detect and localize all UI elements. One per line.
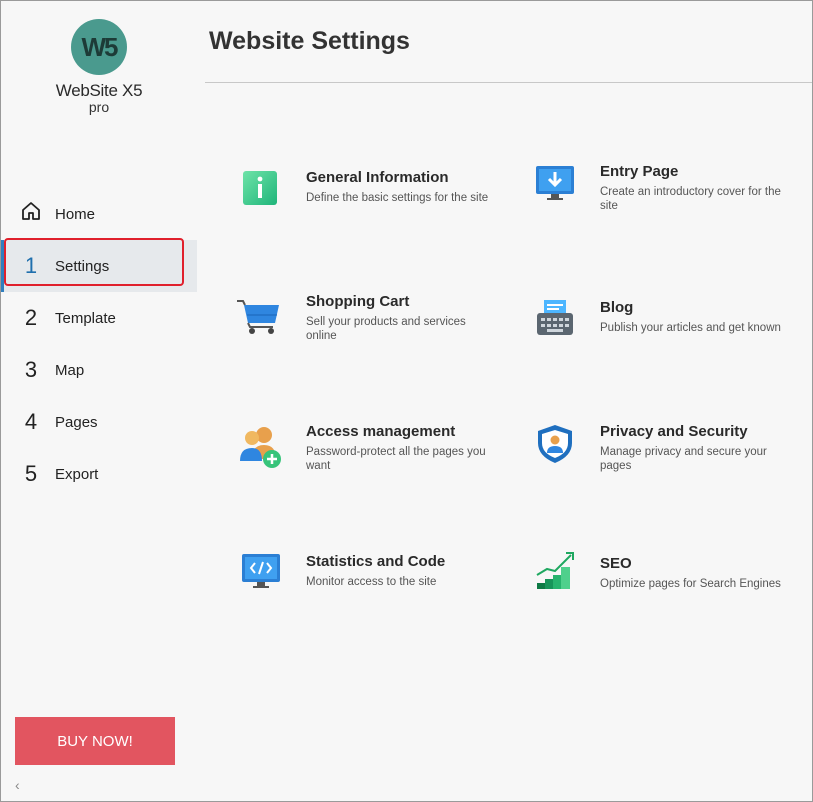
card-title: SEO — [600, 555, 632, 572]
access-users-icon — [238, 423, 284, 469]
card-description: Monitor access to the site — [306, 576, 437, 588]
card-title: Blog — [600, 299, 634, 316]
page-title: Website Settings — [209, 27, 410, 55]
seo-chart-icon — [535, 549, 575, 589]
sidebar-nav: Home 1 Settings 2 Template 3 Map 4 Pages… — [1, 188, 197, 500]
sidebar-item-settings[interactable]: 1 Settings — [1, 240, 197, 292]
sidebar-item-map[interactable]: 3 Map — [1, 344, 197, 396]
logo-mark: W5 — [71, 19, 127, 75]
card-description: Manage privacy and secure your pages — [600, 446, 767, 472]
main-panel: Website Settings General Information Def… — [205, 1, 812, 800]
sidebar-item-number: 3 — [24, 357, 38, 382]
sidebar-item-label: Map — [55, 361, 85, 379]
card-description: Password-protect all the pages you want — [306, 446, 486, 472]
sidebar-item-number: 4 — [24, 409, 38, 434]
sidebar-item-label: Export — [55, 465, 99, 483]
card-title: Shopping Cart — [306, 293, 410, 310]
sidebar-item-number: 5 — [24, 461, 38, 486]
title-divider — [205, 82, 812, 83]
card-title: General Information — [306, 169, 449, 186]
sidebar-item-number: 2 — [24, 305, 38, 330]
sidebar-item-pages[interactable]: 4 Pages — [1, 396, 197, 448]
sidebar-item-export[interactable]: 5 Export — [1, 448, 197, 500]
card-title: Entry Page — [600, 163, 679, 180]
card-description: Sell your products and services online — [306, 316, 466, 342]
card-title: Access management — [306, 423, 456, 440]
sidebar-item-label: Settings — [55, 257, 110, 275]
sidebar-item-number: 1 — [24, 253, 38, 278]
sidebar-item-label: Template — [55, 309, 116, 327]
code-monitor-icon — [241, 553, 281, 593]
logo-name: WebSite X5 — [55, 81, 143, 100]
buy-now-button[interactable]: BUY NOW! — [15, 717, 175, 765]
card-title: Privacy and Security — [600, 423, 748, 440]
card-description: Optimize pages for Search Engines — [600, 578, 781, 590]
home-icon — [18, 200, 44, 228]
collapse-sidebar-icon[interactable]: ‹ — [15, 777, 20, 793]
info-icon — [241, 169, 281, 209]
sidebar-item-label: Home — [55, 205, 96, 223]
sidebar-item-home[interactable]: Home — [1, 188, 197, 240]
logo-edition: pro — [88, 99, 110, 115]
card-description: Create an introductory cover for the sit… — [600, 186, 781, 212]
shopping-cart-icon — [235, 293, 281, 334]
blog-icon — [535, 299, 575, 339]
card-description: Publish your articles and get known — [600, 322, 781, 334]
sidebar-item-label: Pages — [55, 413, 98, 431]
sidebar-item-template[interactable]: 2 Template — [1, 292, 197, 344]
sidebar: W5 WebSite X5 pro Home 1 Settings 2 Temp… — [1, 1, 197, 800]
card-title: Statistics and Code — [306, 553, 446, 570]
shield-icon — [535, 423, 575, 463]
entry-page-icon — [535, 163, 575, 203]
logo: W5 WebSite X5 pro — [49, 19, 149, 115]
card-description: Define the basic settings for the site — [306, 192, 489, 204]
